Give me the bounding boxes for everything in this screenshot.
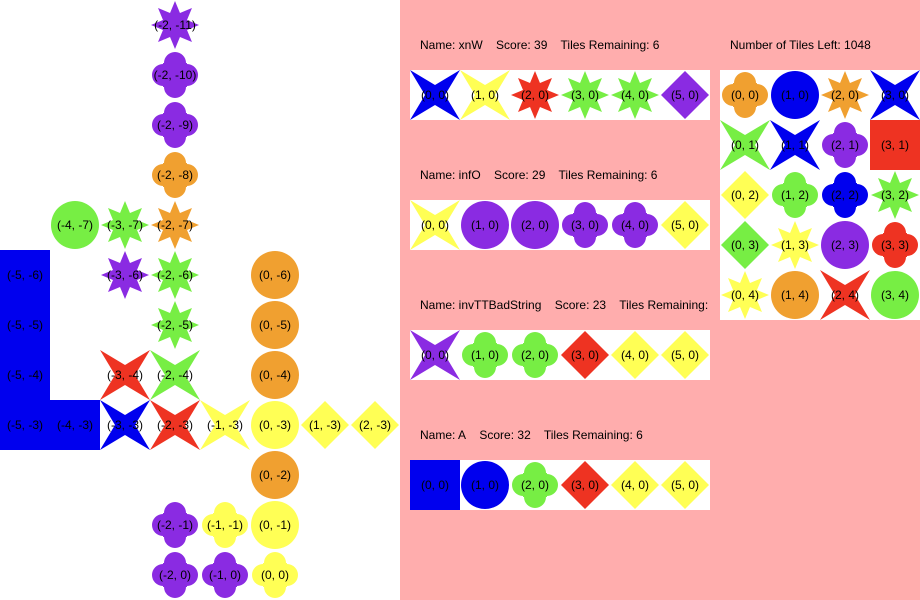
tile-coordinate-label: (-2, -4) [157, 368, 193, 382]
board-tile[interactable]: (0, 0) [250, 550, 300, 600]
board-tile[interactable]: (0, -2) [250, 450, 300, 500]
player-1-info: Name: xnW Score: 39 Tiles Remaining: 6 [420, 38, 710, 54]
tile-coordinate-label: (5, 0) [670, 478, 699, 492]
board-tile[interactable]: (-2, -11) [150, 0, 200, 50]
player-score: Score: 29 [494, 168, 546, 182]
tile-coordinate-label: (-5, -4) [7, 368, 43, 382]
player-name: Name: invTTBadString [420, 298, 542, 312]
tile-coordinate-label: (-2, -8) [157, 168, 193, 182]
board-tile[interactable]: (-2, -10) [150, 50, 200, 100]
board-tile[interactable]: (0, -1) [250, 500, 300, 550]
board-tile[interactable]: (-2, -7) [150, 200, 200, 250]
board-tile[interactable]: (0, -4) [250, 350, 300, 400]
player-tiles-remaining: Tiles Remaining: 6 [558, 168, 658, 182]
tile-coordinate-label: (-2, -5) [157, 318, 193, 332]
tile-coordinate-label: (-5, -5) [7, 318, 43, 332]
tile-coordinate-label: (5, 0) [670, 348, 699, 362]
player-4-info: Name: A Score: 32 Tiles Remaining: 6 [420, 428, 710, 444]
game-board[interactable]: (-2, -11) (-2, -10) (-2, -9) (-2, -8) (-4, -… [0, 0, 400, 600]
tile-coordinate-label: (3, 0) [880, 88, 909, 102]
tile-coordinate-label: (0, 0) [260, 568, 289, 582]
player-name: Name: xnW [420, 38, 483, 52]
tile-coordinate-label: (-2, -7) [157, 218, 193, 232]
tile-coordinate-label: (0, -5) [258, 318, 291, 332]
player-tiles-remaining: Tiles Remaining: 6 [543, 428, 643, 442]
board-tile[interactable]: (-2, -9) [150, 100, 200, 150]
tile-coordinate-label: (3, 4) [880, 288, 909, 302]
tile-coordinate-label: (-5, -6) [7, 268, 43, 282]
bag-tile: (3, 3) [870, 220, 920, 270]
player-score: Score: 23 [554, 298, 607, 312]
board-tile[interactable]: (-5, -5) [0, 300, 50, 350]
hand-tile[interactable]: (5, 0) [660, 70, 710, 120]
bag-tile: (3, 1) [870, 120, 920, 170]
tile-coordinate-label: (-2, -10) [153, 68, 197, 82]
board-tile[interactable]: (-2, -5) [150, 300, 200, 350]
tile-coordinate-label: (0, -2) [258, 468, 291, 482]
player-score: Score: 39 [496, 38, 548, 52]
tile-coordinate-label: (-2, -6) [157, 268, 193, 282]
player-tiles-remaining: Tiles Remaining: 6 [619, 298, 710, 312]
tile-coordinate-label: (3, 1) [880, 138, 909, 152]
board-tile[interactable]: (-2, -6) [150, 250, 200, 300]
tile-coordinate-label: (0, -4) [258, 368, 291, 382]
hand-tile[interactable]: (5, 0) [660, 460, 710, 510]
hand-tile[interactable]: (5, 0) [660, 330, 710, 380]
board-tile[interactable]: (-5, -4) [0, 350, 50, 400]
player-name: Name: A [420, 428, 467, 442]
player-1-hand: (0, 0) (1, 0) (2, 0) (3, 0) (4, 0) (5, 0) [410, 70, 710, 120]
board-tile[interactable]: (-2, -8) [150, 150, 200, 200]
bag-tile: (3, 0) [870, 70, 920, 120]
player-name: Name: infO [420, 168, 481, 182]
player-4-hand: (0, 0) (1, 0) (2, 0) (3, 0) (4, 0) (5, 0) [410, 460, 710, 510]
player-3-hand: (0, 0) (1, 0) (2, 0) (3, 0) (4, 0) (5, 0) [410, 330, 710, 380]
bag-tile: (3, 4) [870, 270, 920, 320]
player-2-info: Name: infO Score: 29 Tiles Remaining: 6 [420, 168, 710, 184]
board-tile[interactable]: (0, -6) [250, 250, 300, 300]
tile-coordinate-label: (0, -6) [258, 268, 291, 282]
tile-bag-grid: (0, 0) (1, 0) (2, 0) (3, 0) (0, 1) (1, 1) (2, … [720, 70, 920, 320]
board-tile[interactable]: (0, -5) [250, 300, 300, 350]
bag-tile: (3, 2) [870, 170, 920, 220]
tile-coordinate-label: (-2, -9) [157, 118, 193, 132]
player-2-hand: (0, 0) (1, 0) (2, 0) (3, 0) (4, 0) (5, 0) [410, 200, 710, 250]
board-tile[interactable]: (-2, -4) [150, 350, 200, 400]
tiles-left-count: Number of Tiles Left: 1048 [730, 38, 871, 52]
tile-coordinate-label: (-2, -11) [154, 18, 196, 32]
tile-coordinate-label: (3, 2) [880, 188, 909, 202]
player-score: Score: 32 [479, 428, 531, 442]
tile-coordinate-label: (0, -1) [258, 518, 291, 532]
player-tiles-remaining: Tiles Remaining: 6 [560, 38, 660, 52]
hand-tile[interactable]: (5, 0) [660, 200, 710, 250]
tile-coordinate-label: (3, 3) [880, 238, 909, 252]
board-tile[interactable]: (2, -3) [350, 400, 400, 450]
board-tile[interactable]: (-5, -6) [0, 250, 50, 300]
players-panel: Name: xnW Score: 39 Tiles Remaining: 6 (… [400, 0, 920, 600]
player-3-info: Name: invTTBadString Score: 23 Tiles Rem… [420, 298, 710, 314]
